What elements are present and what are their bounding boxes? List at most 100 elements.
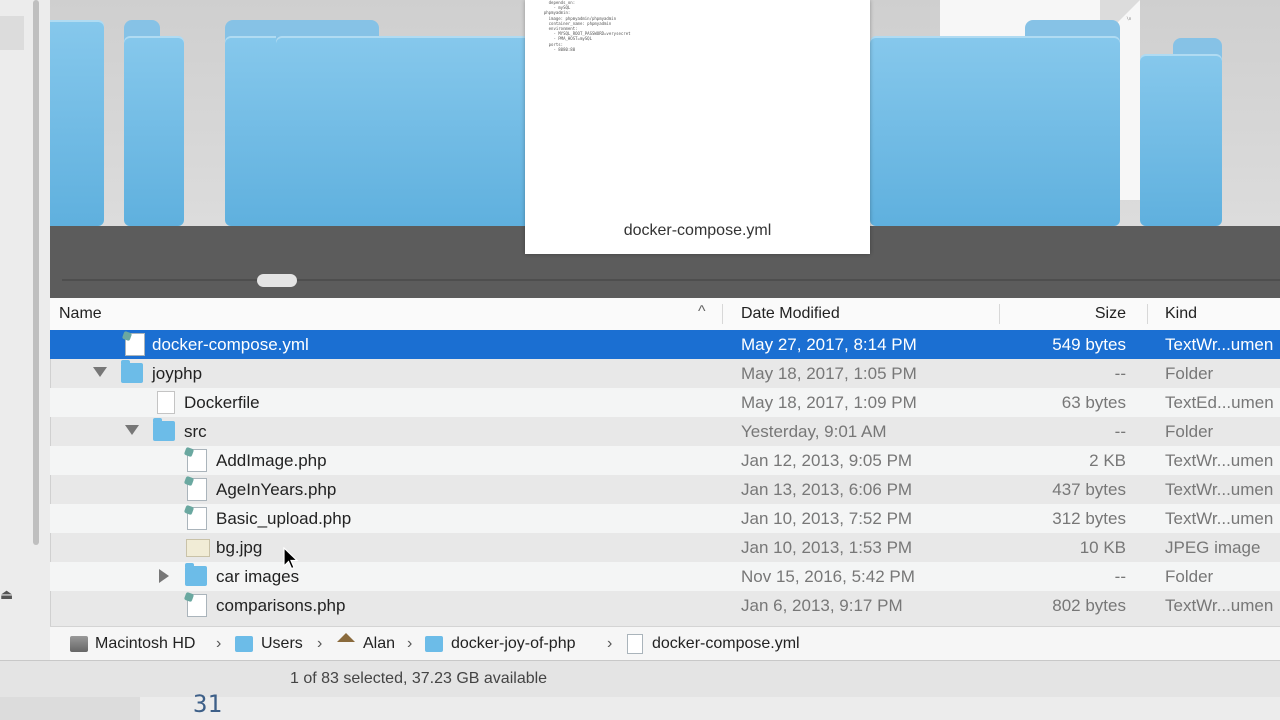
column-header-date[interactable]: Date Modified	[741, 305, 840, 323]
path-bar: Macintosh HD › Users › Alan › docker-joy…	[50, 626, 1280, 661]
table-row[interactable]: src Yesterday, 9:01 AM -- Folder	[50, 417, 1280, 446]
php-file-icon	[187, 449, 207, 472]
path-item[interactable]: Alan	[363, 635, 395, 653]
background-window	[0, 697, 1280, 720]
file-size: 549 bytes	[1052, 335, 1126, 354]
hard-drive-icon	[70, 636, 88, 652]
file-size: 802 bytes	[1052, 596, 1126, 615]
folder-icon	[235, 636, 253, 652]
file-name: comparisons.php	[216, 596, 346, 615]
cover-flow-preview[interactable]: depends_on: - mySQL phpmyadmin: image: p…	[525, 0, 870, 254]
file-kind: Folder	[1165, 422, 1214, 441]
file-name: joyphp	[152, 364, 203, 383]
cover-flow: \n depends_on: - mySQL phpmyadmin: image…	[50, 0, 1280, 298]
file-name: AddImage.php	[216, 451, 327, 470]
date-modified: Yesterday, 9:01 AM	[741, 422, 887, 441]
sidebar-edge: ⏏	[0, 0, 51, 660]
chevron-right-icon: ›	[407, 635, 413, 652]
date-modified: Jan 6, 2013, 9:17 PM	[741, 596, 903, 615]
mouse-cursor-icon	[283, 547, 299, 570]
file-size: 10 KB	[1079, 538, 1126, 557]
chevron-up-icon[interactable]: ^	[698, 303, 706, 321]
date-modified: Jan 12, 2013, 9:05 PM	[741, 451, 913, 470]
chevron-right-icon: ›	[216, 635, 222, 652]
image-file-icon	[186, 539, 210, 557]
file-name: src	[184, 422, 207, 441]
file-size: 312 bytes	[1052, 509, 1126, 528]
file-kind: Folder	[1165, 364, 1214, 383]
cover-folder-icon[interactable]	[1140, 38, 1222, 226]
folder-icon	[153, 418, 175, 441]
table-row[interactable]: AgeInYears.php Jan 13, 2013, 6:06 PM 437…	[50, 475, 1280, 504]
home-icon	[337, 633, 355, 642]
file-name: Basic_upload.php	[216, 509, 352, 528]
folder-icon	[185, 563, 207, 586]
file-size: 63 bytes	[1061, 393, 1126, 412]
path-item[interactable]: Macintosh HD	[95, 635, 195, 653]
file-kind: JPEG image	[1165, 538, 1261, 557]
cover-folder-icon[interactable]	[124, 20, 184, 226]
column-header-size[interactable]: Size	[1095, 305, 1126, 323]
path-item[interactable]: docker-compose.yml	[652, 635, 800, 653]
table-row[interactable]: car images Nov 15, 2016, 5:42 PM -- Fold…	[50, 562, 1280, 591]
sidebar-scrollbar[interactable]	[33, 0, 39, 545]
table-row[interactable]: AddImage.php Jan 12, 2013, 9:05 PM 2 KB …	[50, 446, 1280, 475]
date-modified: May 18, 2017, 1:05 PM	[741, 364, 917, 383]
file-name: Dockerfile	[184, 393, 260, 412]
cover-folder-icon[interactable]	[870, 20, 1120, 226]
file-kind: Folder	[1165, 567, 1214, 586]
file-size: --	[1114, 364, 1126, 383]
table-row[interactable]: Dockerfile May 18, 2017, 1:09 PM 63 byte…	[50, 388, 1280, 417]
document-icon	[157, 391, 175, 414]
status-text: 1 of 83 selected, 37.23 GB available	[290, 670, 548, 687]
file-name: AgeInYears.php	[216, 480, 337, 499]
table-row[interactable]: Basic_upload.php Jan 10, 2013, 7:52 PM 3…	[50, 504, 1280, 533]
triangle-down-icon[interactable]	[93, 367, 107, 377]
folder-icon	[121, 360, 143, 383]
path-item[interactable]: docker-joy-of-php	[451, 635, 576, 653]
triangle-down-icon[interactable]	[125, 425, 139, 435]
php-file-icon	[187, 594, 207, 617]
table-row[interactable]: joyphp May 18, 2017, 1:05 PM -- Folder	[50, 359, 1280, 388]
list-header: Name ^ Date Modified Size Kind	[50, 298, 1280, 331]
table-row[interactable]: comparisons.php Jan 6, 2013, 9:17 PM 802…	[50, 591, 1280, 620]
yml-file-icon	[125, 333, 145, 356]
editor-line-number: 31	[193, 690, 222, 718]
file-kind: TextWr...umen	[1165, 335, 1274, 354]
file-list: docker-compose.yml May 27, 2017, 8:14 PM…	[50, 330, 1280, 624]
date-modified: May 27, 2017, 8:14 PM	[741, 335, 917, 354]
cover-flow-scroll-thumb[interactable]	[257, 274, 297, 287]
chevron-right-icon: ›	[317, 635, 323, 652]
column-header-kind[interactable]: Kind	[1165, 305, 1197, 323]
php-file-icon	[187, 507, 207, 530]
chevron-right-icon: ›	[607, 635, 613, 652]
file-size: 437 bytes	[1052, 480, 1126, 499]
file-kind: TextWr...umen	[1165, 596, 1274, 615]
table-row[interactable]: bg.jpg Jan 10, 2013, 1:53 PM 10 KB JPEG …	[50, 533, 1280, 562]
date-modified: Jan 10, 2013, 1:53 PM	[741, 538, 913, 557]
yml-file-icon	[627, 634, 643, 654]
preview-filename: docker-compose.yml	[623, 222, 772, 239]
table-row[interactable]: docker-compose.yml May 27, 2017, 8:14 PM…	[50, 330, 1280, 359]
path-item[interactable]: Users	[261, 635, 303, 653]
file-size: --	[1114, 567, 1126, 586]
triangle-right-icon[interactable]	[159, 569, 169, 583]
file-name: docker-compose.yml	[152, 335, 309, 354]
file-size: --	[1114, 422, 1126, 441]
date-modified: Nov 15, 2016, 5:42 PM	[741, 567, 915, 586]
date-modified: Jan 13, 2013, 6:06 PM	[741, 480, 913, 499]
folder-icon	[425, 636, 443, 652]
date-modified: Jan 10, 2013, 7:52 PM	[741, 509, 913, 528]
php-file-icon	[187, 478, 207, 501]
file-kind: TextWr...umen	[1165, 480, 1274, 499]
file-size: 2 KB	[1089, 451, 1126, 470]
cover-folder-icon[interactable]	[50, 20, 104, 226]
sidebar-selected-item[interactable]	[0, 16, 24, 50]
column-header-name[interactable]: Name	[59, 305, 102, 323]
file-kind: TextWr...umen	[1165, 509, 1274, 528]
eject-icon[interactable]: ⏏	[0, 586, 13, 603]
cover-flow-scrollbar[interactable]	[62, 279, 1280, 281]
file-kind: TextEd...umen	[1165, 393, 1274, 412]
date-modified: May 18, 2017, 1:09 PM	[741, 393, 917, 412]
cover-folder-icon[interactable]	[276, 20, 546, 226]
